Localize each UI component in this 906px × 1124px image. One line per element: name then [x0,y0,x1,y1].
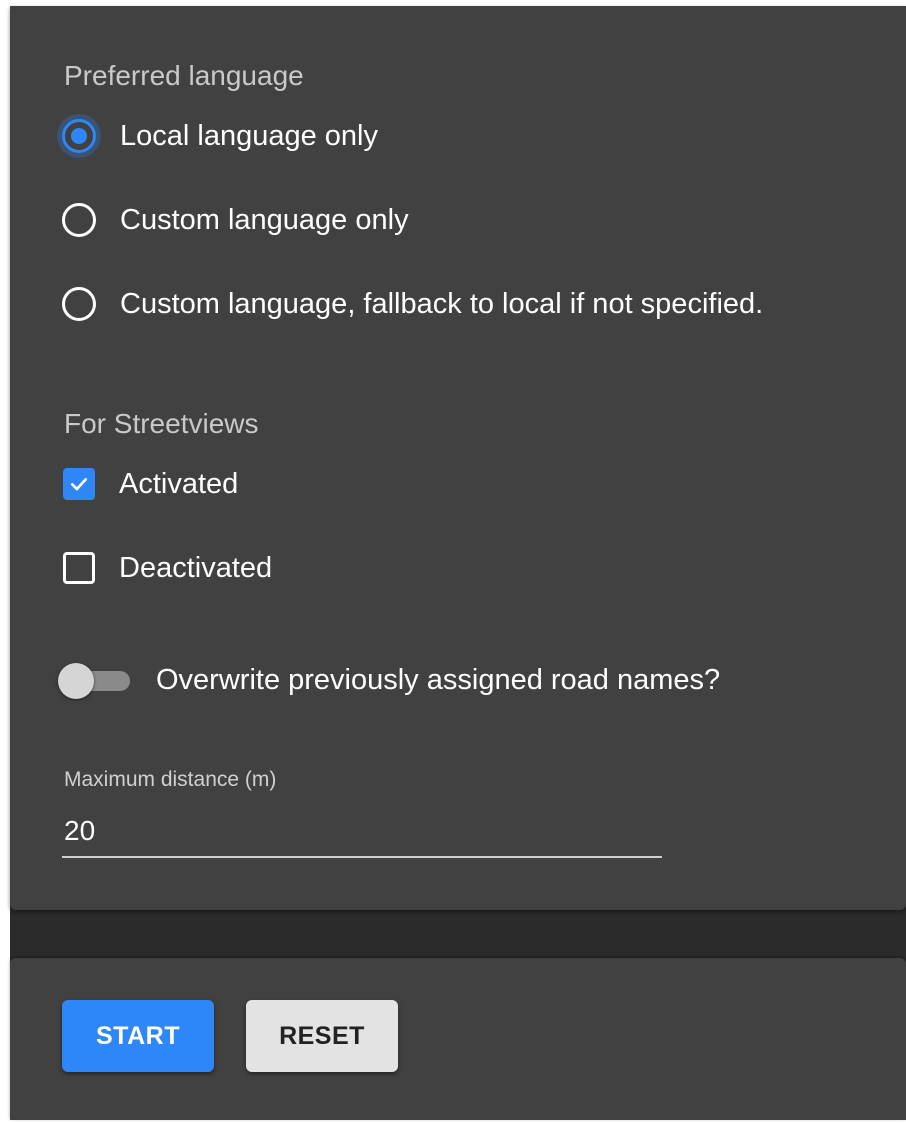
radio-label: Custom language only [120,203,409,236]
radio-checked-icon[interactable] [62,119,96,153]
radio-label: Local language only [120,119,378,152]
checkbox-unchecked-icon[interactable] [63,552,95,584]
checkbox-activated[interactable]: Activated [62,464,238,504]
radio-unchecked-icon[interactable] [62,287,96,321]
radio-custom-language-only[interactable]: Custom language only [62,200,409,240]
max-distance-label: Maximum distance (m) [64,768,277,791]
checkbox-deactivated[interactable]: Deactivated [62,548,272,588]
overwrite-road-names-toggle[interactable] [58,658,138,704]
checkbox-label: Activated [119,467,239,500]
streetviews-title: For Streetviews [64,408,259,439]
overwrite-road-names-label: Overwrite previously assigned road names… [156,664,721,696]
max-distance-input[interactable] [62,806,662,858]
reset-button[interactable]: RESET [246,1000,398,1072]
check-icon [71,478,87,491]
radio-label: Custom language, fallback to local if no… [120,287,764,320]
settings-card: Preferred language Local language only C… [10,6,906,910]
checkbox-label: Deactivated [119,551,273,584]
app-frame: Preferred language Local language only C… [10,6,906,1120]
start-button[interactable]: START [62,1000,214,1072]
toggle-thumb[interactable] [58,663,94,699]
checkbox-checked-icon[interactable] [63,468,95,500]
radio-unchecked-icon[interactable] [62,203,96,237]
preferred-language-title: Preferred language [64,60,304,91]
radio-custom-language-fallback[interactable]: Custom language, fallback to local if no… [62,284,763,324]
radio-local-language-only[interactable]: Local language only [62,116,378,156]
